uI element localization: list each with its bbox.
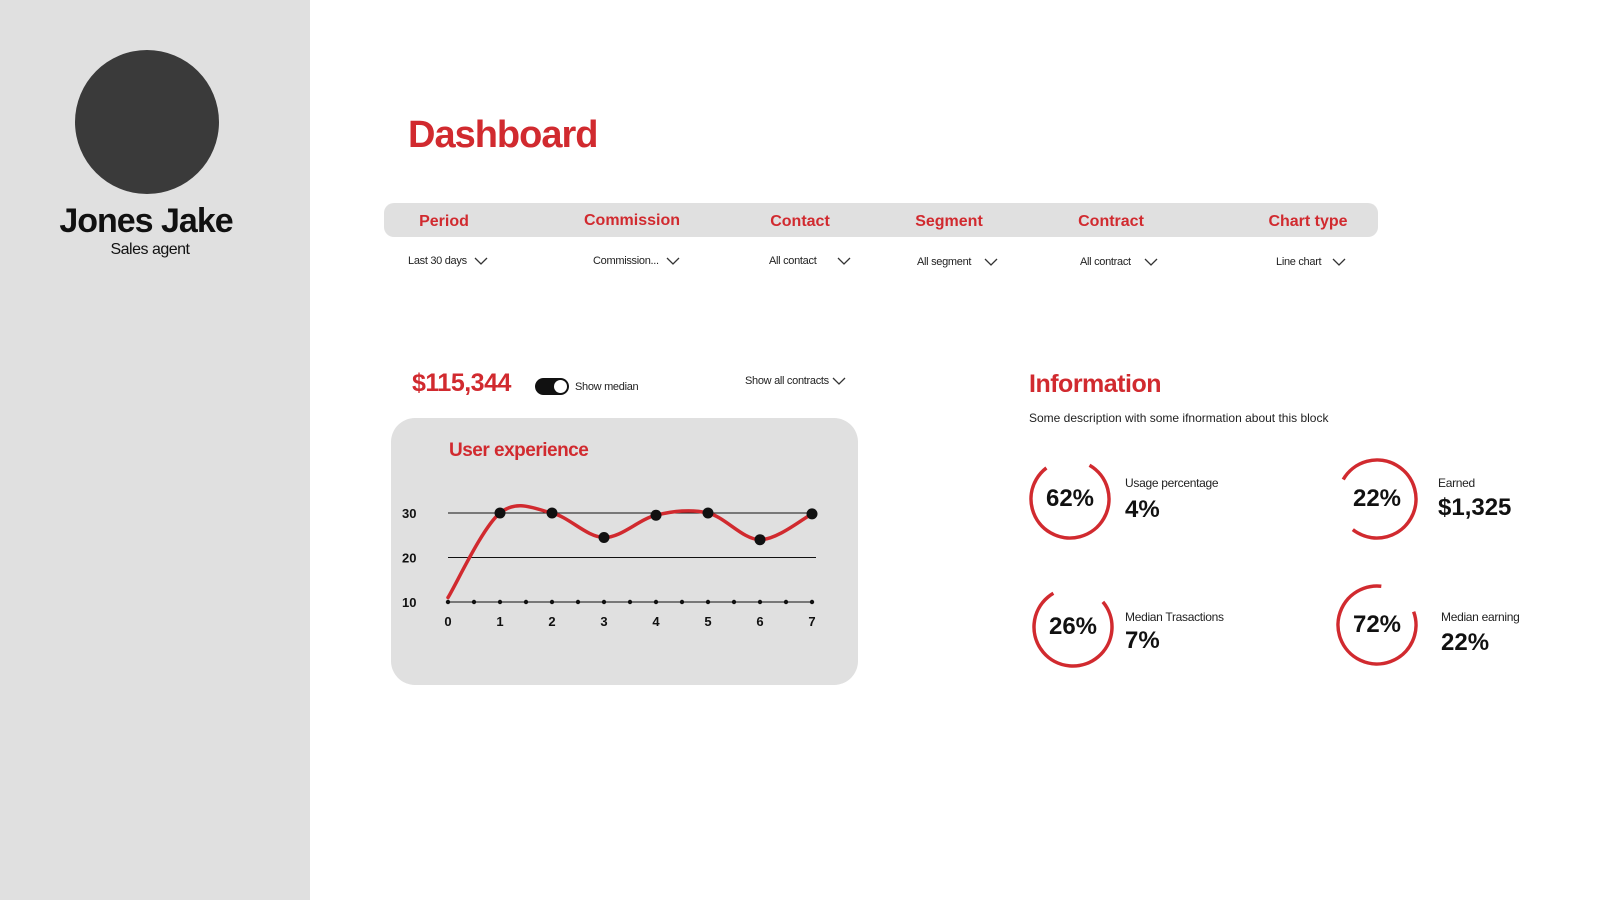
chevron-down-icon: [983, 256, 999, 268]
x-tick-label: 4: [652, 614, 660, 629]
axis-dot: [653, 599, 659, 605]
stat-label: Earned: [1438, 476, 1475, 490]
chevron-down-icon: [1331, 256, 1347, 268]
show-all-contracts-select[interactable]: Show all contracts: [745, 375, 847, 387]
show-all-contracts-value: Show all contracts: [745, 375, 829, 387]
total-amount: $115,344: [412, 369, 511, 397]
commission-select-value: Commission...: [593, 255, 659, 267]
chart-type-select[interactable]: Line chart: [1276, 256, 1347, 268]
filter-header: [384, 203, 1378, 237]
data-point: [494, 507, 506, 519]
stat-value: 22%: [1441, 629, 1490, 656]
axis-dot: [731, 599, 737, 605]
axis-dot: [705, 599, 711, 605]
filter-label-period: Period: [419, 213, 469, 230]
axis-dot: [523, 599, 529, 605]
y-tick-label: 20: [402, 551, 416, 566]
period-select-value: Last 30 days: [408, 255, 467, 267]
axis-dot: [809, 599, 815, 605]
chart-type-select-value: Line chart: [1276, 256, 1322, 268]
data-point: [546, 507, 558, 519]
data-point: [650, 509, 662, 521]
page-title: Dashboard: [408, 114, 598, 156]
progress-ring: 72%: [1333, 581, 1421, 669]
axis-dot: [497, 599, 503, 605]
contact-select[interactable]: All contact: [769, 255, 852, 267]
stat-value: 4%: [1125, 496, 1160, 523]
ring-percent: 62%: [1045, 485, 1095, 512]
sidebar: Jones Jake Sales agent: [0, 0, 310, 900]
chevron-down-icon: [473, 255, 489, 267]
show-median-label: Show median: [575, 381, 639, 393]
filter-label-segment: Segment: [915, 213, 983, 230]
commission-select[interactable]: Commission...: [593, 255, 681, 267]
contract-select[interactable]: All contract: [1080, 256, 1159, 268]
stat-label: Median Trasactions: [1125, 610, 1224, 624]
info-title: Information: [1029, 370, 1162, 398]
user-name: Jones Jake: [59, 202, 233, 240]
data-point: [806, 508, 818, 520]
filter-label-contract: Contract: [1078, 213, 1144, 230]
y-tick-label: 10: [402, 595, 416, 610]
data-point: [598, 531, 610, 543]
stat-label: Median earning: [1441, 610, 1520, 624]
ring-percent: 26%: [1048, 613, 1098, 640]
x-tick-label: 2: [548, 614, 555, 629]
ring-percent: 72%: [1352, 611, 1402, 638]
stat-value: 7%: [1125, 627, 1160, 654]
show-median-toggle[interactable]: [535, 378, 569, 395]
axis-dot: [575, 599, 581, 605]
axis-dot: [471, 599, 477, 605]
progress-ring: 26%: [1029, 583, 1117, 671]
avatar[interactable]: [75, 50, 219, 194]
user-role: Sales agent: [110, 241, 190, 258]
segment-select-value: All segment: [917, 256, 972, 268]
axis-dot: [445, 599, 451, 605]
contract-select-value: All contract: [1080, 256, 1131, 268]
x-tick-label: 1: [496, 614, 503, 629]
chevron-down-icon: [665, 255, 681, 267]
axis-dot: [601, 599, 607, 605]
chevron-down-icon: [836, 255, 852, 267]
filter-label-chart-type: Chart type: [1268, 213, 1348, 230]
x-tick-label: 6: [756, 614, 763, 629]
segment-select[interactable]: All segment: [917, 256, 999, 268]
axis-dot: [549, 599, 555, 605]
x-tick-label: 3: [600, 614, 607, 629]
chevron-down-icon: [1143, 256, 1159, 268]
data-point: [702, 507, 714, 519]
x-tick-label: 7: [808, 614, 815, 629]
axis-dot: [679, 599, 685, 605]
ring-percent: 22%: [1352, 485, 1402, 512]
info-description: Some description with some ifnormation a…: [1029, 411, 1329, 425]
progress-ring: 22%: [1333, 455, 1421, 543]
y-tick-label: 30: [402, 506, 416, 521]
chevron-down-icon: [831, 375, 847, 387]
x-tick-label: 0: [444, 614, 451, 629]
axis-dot: [783, 599, 789, 605]
axis-dot: [627, 599, 633, 605]
filter-label-commission: Commission: [583, 212, 681, 229]
data-point: [754, 534, 766, 546]
series-line: [446, 503, 814, 600]
line-chart: 30 20 10 0 1 2 3 4 5 6 7: [402, 503, 818, 629]
contact-select-value: All contact: [769, 255, 817, 267]
x-tick-label: 5: [704, 614, 711, 629]
filter-label-contact: Contact: [770, 213, 830, 230]
toggle-knob: [554, 380, 567, 393]
axis-dot: [757, 599, 763, 605]
progress-ring: 62%: [1026, 455, 1114, 543]
stat-label: Usage percentage: [1125, 476, 1219, 490]
period-select[interactable]: Last 30 days: [408, 255, 489, 267]
stat-value: $1,325: [1438, 494, 1512, 521]
